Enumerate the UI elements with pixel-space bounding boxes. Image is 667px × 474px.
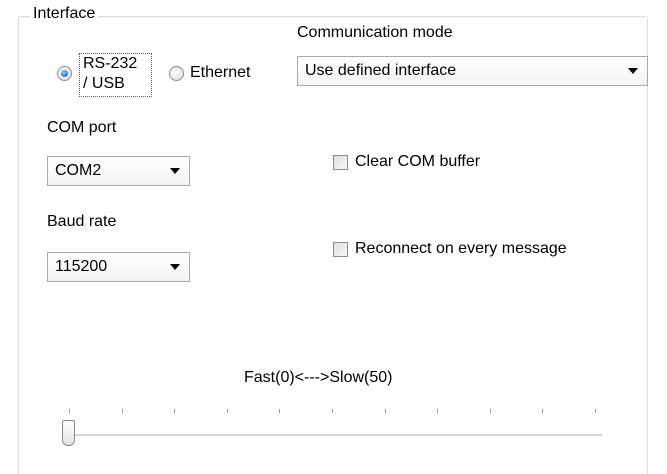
- chevron-down-icon: [170, 168, 180, 174]
- speed-slider-track[interactable]: [63, 434, 602, 437]
- slider-tick: [437, 409, 439, 413]
- communication-mode-select[interactable]: Use defined interface: [297, 56, 648, 86]
- slider-tick: [595, 409, 596, 413]
- rs232-label-line1: RS-232: [83, 55, 138, 72]
- slider-tick: [542, 409, 544, 413]
- interface-panel: Interface RS-232 / USB Ethernet Communic…: [0, 0, 667, 474]
- slider-tick: [226, 409, 228, 413]
- com-port-select[interactable]: COM2: [47, 156, 190, 186]
- baud-rate-label: Baud rate: [47, 213, 117, 230]
- rs232-usb-label[interactable]: RS-232 / USB: [79, 53, 152, 97]
- rs232-label-line2: / USB: [83, 75, 125, 92]
- slider-tick: [489, 409, 491, 413]
- reconnect-checkbox[interactable]: [333, 242, 348, 257]
- clear-com-buffer-label[interactable]: Clear COM buffer: [355, 152, 480, 172]
- group-title: Interface: [30, 4, 99, 24]
- slider-tick: [174, 409, 176, 413]
- speed-slider-label: Fast(0)<--->Slow(50): [244, 369, 393, 386]
- com-port-value: COM2: [55, 162, 102, 179]
- speed-slider-thumb[interactable]: [62, 420, 75, 446]
- slider-tick: [384, 409, 386, 413]
- ethernet-label[interactable]: Ethernet: [190, 63, 250, 83]
- reconnect-label[interactable]: Reconnect on every message: [355, 239, 567, 259]
- slider-tick: [332, 409, 333, 413]
- clear-com-buffer-checkbox[interactable]: [333, 155, 348, 170]
- slider-tick: [121, 409, 123, 413]
- communication-mode-value: Use defined interface: [305, 62, 457, 79]
- slider-tick: [69, 409, 70, 413]
- baud-rate-select[interactable]: 115200: [47, 252, 190, 282]
- ethernet-radio[interactable]: [169, 66, 184, 81]
- chevron-down-icon: [628, 68, 638, 74]
- com-port-label: COM port: [47, 119, 117, 136]
- communication-mode-label: Communication mode: [297, 24, 453, 41]
- slider-tick: [279, 409, 281, 413]
- baud-rate-value: 115200: [55, 258, 108, 275]
- chevron-down-icon: [170, 264, 180, 270]
- rs232-usb-radio[interactable]: [57, 66, 72, 81]
